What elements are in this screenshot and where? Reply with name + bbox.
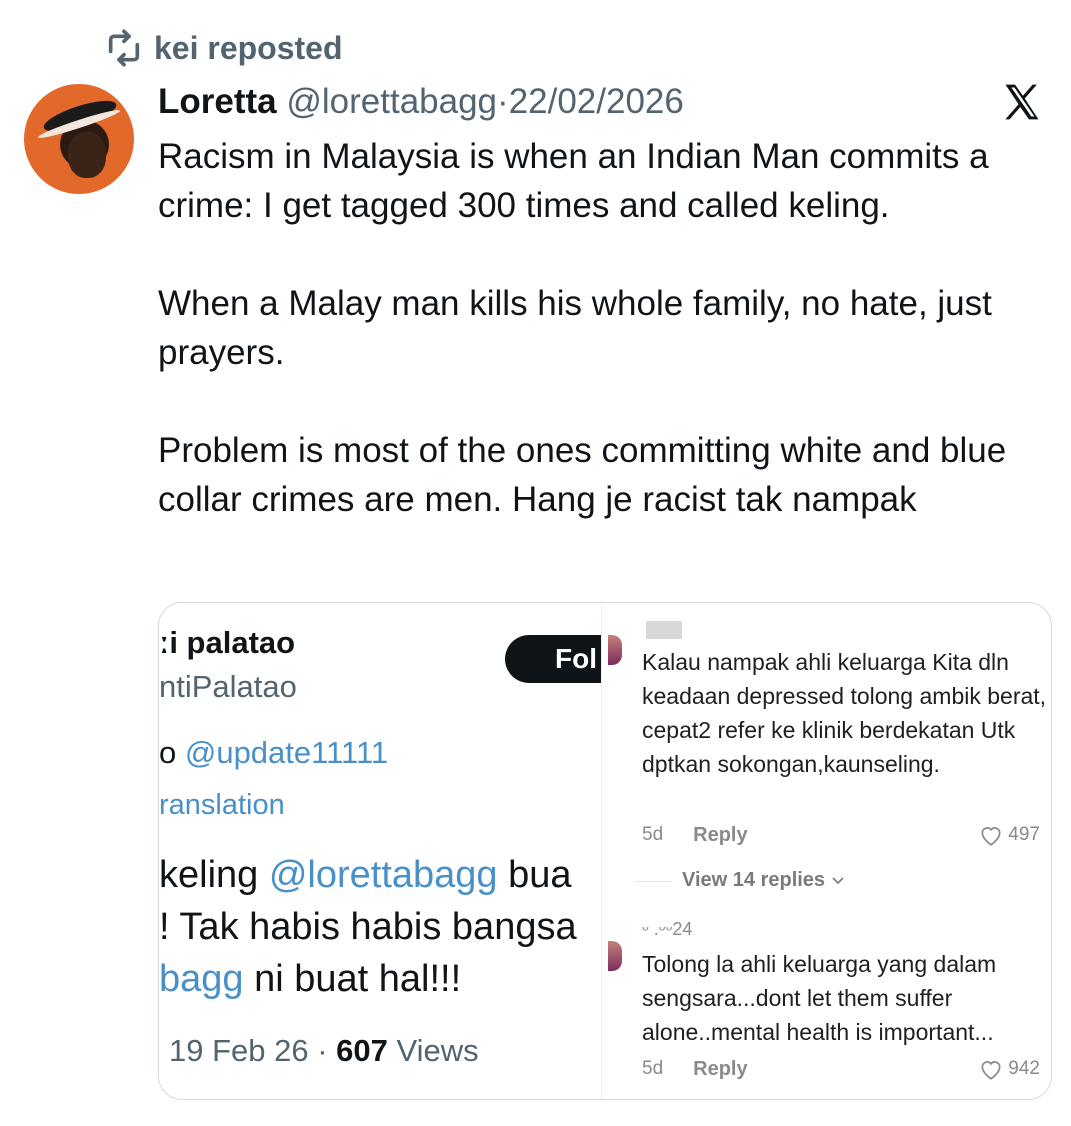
quoted-tweet-screenshot: ːi palatao ntiPalatao Fol o @update11111… bbox=[159, 603, 601, 1099]
comment-text: Tolong la ahli keluarga yang dalam sengs… bbox=[642, 951, 997, 1045]
like-count: 497 bbox=[1008, 824, 1040, 845]
quoted-line3-suffix: ni buat hal!!! bbox=[243, 958, 462, 1000]
follow-button: Fol bbox=[505, 635, 601, 683]
quoted-tweet-meta: 19 Feb 26 · 607 Views bbox=[169, 1033, 479, 1069]
tweet-text: Racism in Malaysia is when an Indian Man… bbox=[158, 132, 1058, 524]
author-name[interactable]: Loretta bbox=[158, 82, 277, 121]
quoted-author-name: ːi palatao bbox=[159, 625, 296, 660]
like-count: 942 bbox=[1008, 1058, 1040, 1079]
replying-mention: @update11111 bbox=[184, 735, 389, 770]
replying-prefix: o bbox=[159, 735, 185, 770]
quoted-date: 19 Feb 26 bbox=[169, 1033, 309, 1068]
repost-icon bbox=[108, 29, 140, 67]
replying-to: o @update11111 bbox=[159, 735, 388, 771]
x-logo-icon[interactable] bbox=[998, 80, 1046, 124]
tweet-paragraph-2: When a Malay man kills his whole family,… bbox=[158, 284, 992, 372]
heart-icon bbox=[981, 1061, 1001, 1080]
tweet-paragraph-1: Racism in Malaysia is when an Indian Man… bbox=[158, 137, 989, 225]
comment-age: 5d bbox=[642, 1058, 664, 1079]
comment-reply-button: Reply bbox=[693, 823, 748, 846]
quoted-separator: · bbox=[308, 1033, 337, 1068]
comment-text: Kalau nampak ahli keluarga Kita dln kead… bbox=[642, 649, 1047, 777]
comment-likes: 497 bbox=[978, 823, 1040, 847]
quoted-tweet-text: keling @lorettabagg bua ! Tak habis habi… bbox=[159, 849, 577, 1005]
comment-avatar bbox=[608, 635, 622, 665]
quoted-line3-mention: bagg bbox=[159, 958, 244, 1000]
views-label: Views bbox=[387, 1033, 479, 1068]
tweet-header: Loretta @lorettabagg·22/02/2026 bbox=[158, 80, 684, 124]
comment-meta: 5d Reply 497 bbox=[642, 823, 1040, 847]
author-handle[interactable]: @lorettabagg bbox=[286, 82, 497, 121]
heart-icon bbox=[981, 827, 1001, 846]
translation-link: ranslation bbox=[159, 789, 285, 821]
comment-likes: 942 bbox=[978, 1057, 1040, 1081]
comment-reply-button: Reply bbox=[693, 1057, 748, 1080]
repost-indicator[interactable]: kei reposted bbox=[104, 28, 343, 68]
comment-meta: 5d Reply 942 bbox=[642, 1057, 1040, 1081]
redacted-username bbox=[646, 621, 682, 639]
quoted-line2: ! Tak habis habis bangsa bbox=[159, 906, 577, 948]
comments-screenshot: Kalau nampak ahli keluarga Kita dln kead… bbox=[601, 603, 1051, 1099]
views-count: 607 bbox=[336, 1033, 388, 1068]
header-separator: · bbox=[497, 82, 509, 121]
comment-age: 5d bbox=[642, 824, 664, 845]
attached-image-card[interactable]: ːi palatao ntiPalatao Fol o @update11111… bbox=[158, 602, 1052, 1100]
quoted-line1-mention: @lorettabagg bbox=[268, 854, 498, 896]
quoted-line1-prefix: keling bbox=[159, 854, 269, 896]
view-replies-label: View 14 replies bbox=[682, 869, 826, 891]
quoted-author-handle: ntiPalatao bbox=[159, 669, 297, 704]
chevron-down-icon bbox=[832, 876, 844, 884]
repost-label: kei reposted bbox=[154, 29, 343, 66]
author-avatar[interactable] bbox=[24, 84, 134, 194]
tweet-date[interactable]: 22/02/2026 bbox=[509, 82, 684, 121]
comment-avatar bbox=[608, 941, 622, 971]
view-replies-button: View 14 replies bbox=[634, 869, 845, 892]
quoted-line1-suffix: bua bbox=[497, 854, 572, 896]
comment-username-partial: ᵕ .ᵕᵕ24 bbox=[642, 919, 693, 939]
tweet-paragraph-3: Problem is most of the ones committing w… bbox=[158, 431, 1007, 519]
